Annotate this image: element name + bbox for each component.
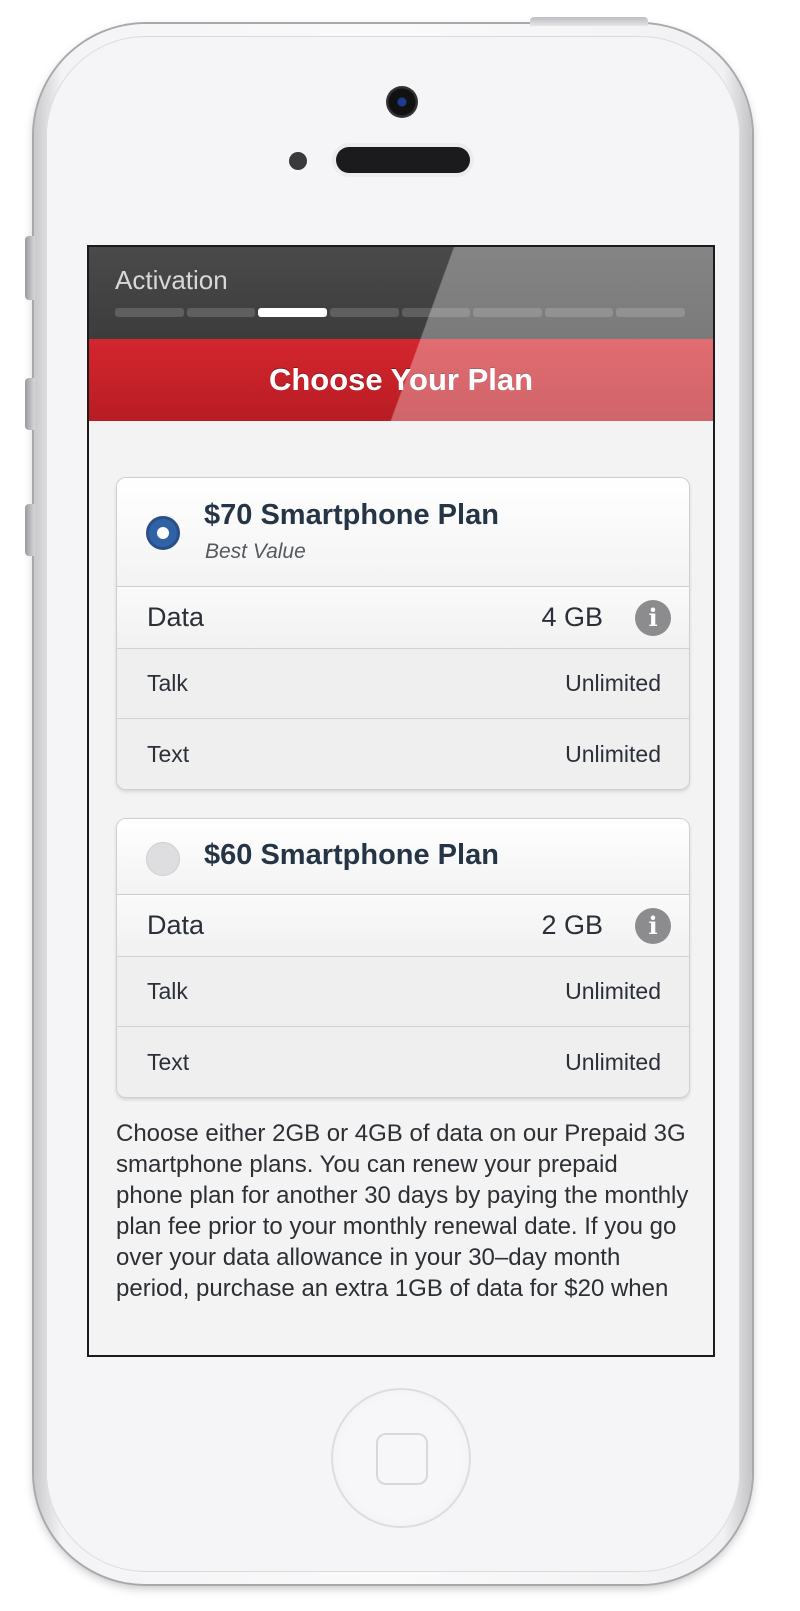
progress-step xyxy=(115,308,184,317)
row-value: Unlimited xyxy=(565,670,661,696)
home-button-icon xyxy=(376,1433,428,1485)
plan-radio-unselected[interactable] xyxy=(146,842,180,876)
plan-name: $60 Smartphone Plan xyxy=(204,839,499,871)
plan-card[interactable]: $70 Smartphone Plan Best Value Data 4 GB… xyxy=(116,477,690,790)
plan-card-header[interactable]: $60 Smartphone Plan xyxy=(117,819,689,895)
volume-down-button xyxy=(25,504,35,556)
header-title: Activation xyxy=(115,265,228,295)
page-title-bar: Choose Your Plan xyxy=(89,339,713,421)
plan-row-data: Data 4 GB i xyxy=(117,587,689,649)
plan-card-header[interactable]: $70 Smartphone Plan Best Value xyxy=(117,478,689,587)
row-label: Talk xyxy=(147,978,188,1004)
plan-row-talk: Talk Unlimited xyxy=(117,649,689,719)
plan-row-text: Text Unlimited xyxy=(117,719,689,789)
plan-description: Choose either 2GB or 4GB of data on our … xyxy=(116,1120,689,1302)
step-progress-bar xyxy=(115,308,685,317)
row-value: 2 GB xyxy=(541,910,603,940)
progress-step xyxy=(473,308,542,317)
activation-header: Activation xyxy=(89,247,713,339)
info-icon[interactable]: i xyxy=(635,599,671,636)
plan-row-talk: Talk Unlimited xyxy=(117,957,689,1027)
row-value: 4 GB xyxy=(541,602,603,632)
row-label: Data xyxy=(147,910,205,940)
progress-step xyxy=(616,308,685,317)
volume-up-button xyxy=(25,378,35,430)
info-icon[interactable]: i xyxy=(635,907,671,944)
row-label: Text xyxy=(147,1048,190,1075)
home-button xyxy=(331,1388,471,1528)
plan-subtitle: Best Value xyxy=(205,540,306,563)
proximity-sensor xyxy=(289,152,307,170)
mute-switch xyxy=(25,236,35,300)
plan-row-data: Data 2 GB i xyxy=(117,895,689,957)
plan-name: $70 Smartphone Plan xyxy=(204,499,499,531)
plan-row-text: Text Unlimited xyxy=(117,1027,689,1097)
progress-step xyxy=(329,308,399,317)
row-value: Unlimited xyxy=(565,978,661,1004)
progress-step xyxy=(401,308,471,317)
row-value: Unlimited xyxy=(565,1048,661,1075)
row-label: Data xyxy=(147,602,205,632)
row-label: Text xyxy=(147,740,190,767)
progress-step-current xyxy=(258,308,327,317)
app-screen: Activation Choose Your Plan $70 Smartpho… xyxy=(87,245,715,1357)
front-camera xyxy=(386,86,418,118)
earpiece-speaker xyxy=(336,147,470,173)
progress-step xyxy=(544,308,614,317)
row-label: Talk xyxy=(147,670,188,696)
page-title: Choose Your Plan xyxy=(268,362,534,397)
row-value: Unlimited xyxy=(565,740,661,767)
plan-radio-selected[interactable] xyxy=(146,516,180,550)
progress-step xyxy=(186,308,256,317)
power-button xyxy=(530,17,648,26)
plan-card[interactable]: $60 Smartphone Plan Data 2 GB i Talk Unl… xyxy=(116,818,690,1098)
plans-content: $70 Smartphone Plan Best Value Data 4 GB… xyxy=(116,477,690,1304)
